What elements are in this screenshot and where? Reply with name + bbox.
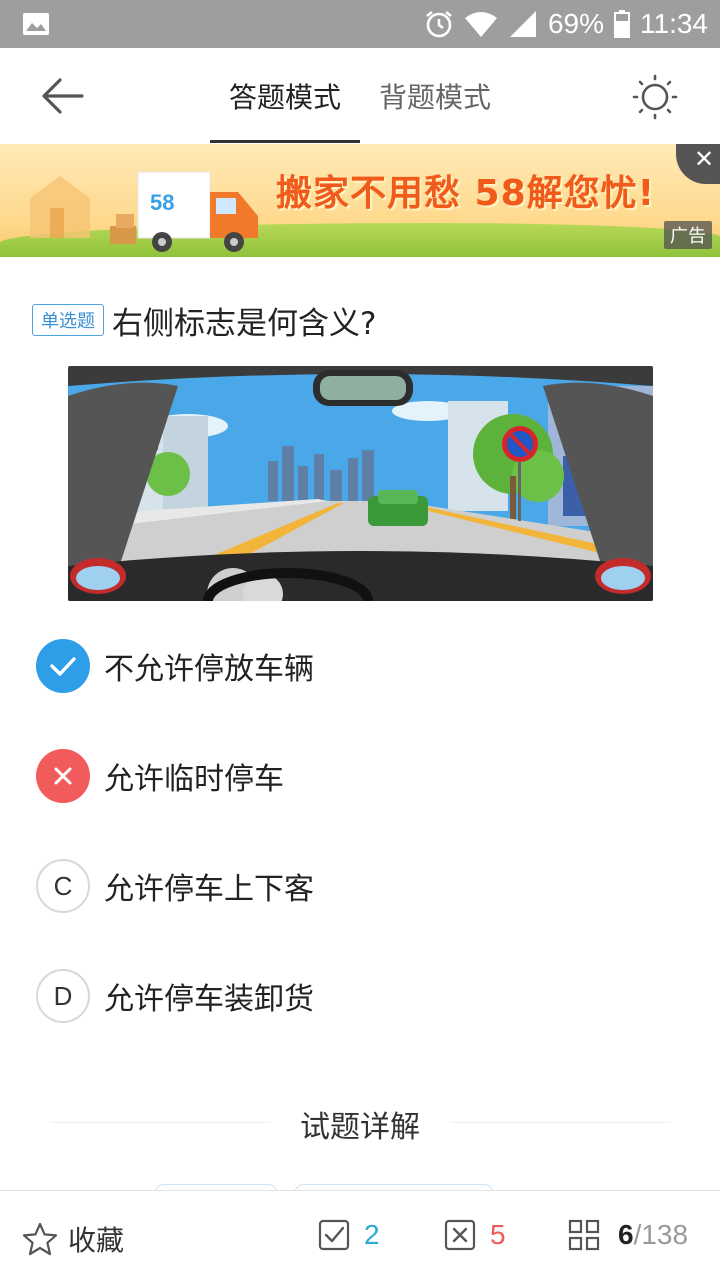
checkbox-check-icon [318,1219,350,1251]
signal-icon [509,11,536,37]
battery-percent: 69% [547,8,604,39]
correct-count: 2 [364,1219,380,1250]
status-bar: 69% 11:34 [0,0,720,48]
brightness-icon[interactable] [632,74,678,120]
ad-close-button[interactable]: ✕ [676,144,720,184]
question-grid-button[interactable]: 6/138 [568,1219,688,1251]
nav-bar: 答题模式 背题模式 [0,48,720,144]
ad-banner[interactable]: 58 搬家不用愁 58解您忧! ✕ 广告 [0,144,720,257]
back-arrow-icon[interactable] [38,74,86,118]
favorite-label: 收藏 [68,1224,125,1257]
favorite-button[interactable]: 收藏 [22,1219,124,1259]
question-type-badge: 单选题 [32,304,104,336]
correct-count-button[interactable]: 2 [318,1219,380,1251]
option-c[interactable]: C 允许停车上下客 [36,856,676,916]
check-icon [36,639,90,693]
explanation-title: 试题详解 [300,1110,420,1145]
star-icon [22,1222,58,1256]
checkbox-cross-icon [444,1219,476,1251]
option-d-letter: D [36,969,90,1023]
image-notification-icon [23,13,49,35]
battery-icon [614,10,630,38]
question-image [68,366,653,601]
question-text: 右侧标志是何含义? [112,306,377,342]
ad-house-illustration [30,176,90,238]
cross-icon [36,749,90,803]
wrong-count: 5 [490,1219,506,1250]
wifi-icon [464,12,497,37]
option-d-text: 允许停车装卸货 [104,982,314,1017]
ad-slogan: 搬家不用愁 58解您忧! [276,173,656,214]
ad-truck-illustration: 58 [110,171,258,252]
option-b[interactable]: 允许临时停车 [36,746,676,806]
wrong-count-button[interactable]: 5 [444,1219,506,1251]
bottom-bar: 收藏 2 5 6/138 [0,1190,720,1280]
tab-answer-mode[interactable]: 答题模式 [210,48,360,144]
alarm-icon [426,10,452,38]
tab-recite-mode[interactable]: 背题模式 [360,48,510,144]
option-b-text: 允许临时停车 [104,762,284,797]
tab-active-indicator [210,140,360,143]
option-a[interactable]: 不允许停放车辆 [36,636,676,696]
option-c-text: 允许停车上下客 [104,872,314,907]
option-a-text: 不允许停放车辆 [104,652,314,687]
clock: 11:34 [640,8,708,39]
grid-icon [568,1219,600,1251]
ad-brand-logo: 58 [150,190,174,215]
option-c-letter: C [36,859,90,913]
total-question-count: /138 [633,1219,689,1250]
ad-label: 广告 [664,221,712,249]
option-d[interactable]: D 允许停车装卸货 [36,966,676,1026]
current-question-number: 6 [618,1219,634,1250]
